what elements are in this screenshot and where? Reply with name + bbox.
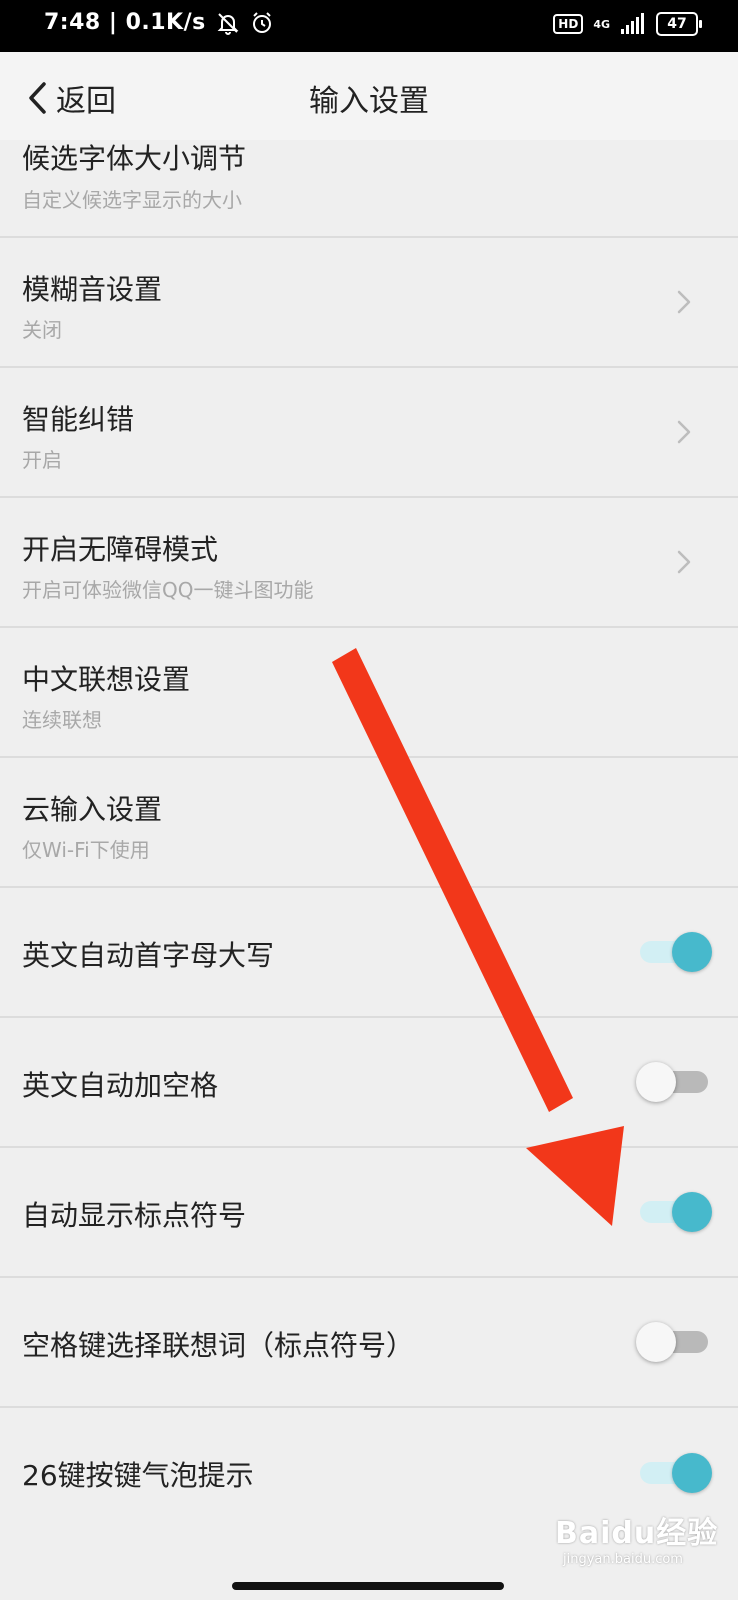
setting-candidate-font-size[interactable]: 候选字体大小调节 自定义候选字显示的大小 [0,140,738,238]
setting-subtitle: 开启可体验微信QQ一键斗图功能 [22,578,314,602]
status-right: HD 4G 47 [553,12,702,36]
status-left: 7:48 | 0.1K/s [44,10,274,35]
status-time-speed: 7:48 | 0.1K/s [44,10,206,35]
toggle-row-auto-punctuation: 自动显示标点符号 [0,1148,738,1278]
setting-subtitle: 自定义候选字显示的大小 [22,188,242,212]
toggle-title: 26键按键气泡提示 [22,1459,254,1492]
baidu-watermark: Baidu经验 jingyan.baidu.com [555,1508,718,1567]
network-type: 4G [593,17,610,31]
chevron-right-icon [677,550,691,574]
setting-title: 候选字体大小调节 [22,142,247,175]
auto-punctuation-switch[interactable] [636,1192,712,1232]
setting-title: 云输入设置 [22,793,163,826]
setting-fuzzy-pinyin[interactable]: 模糊音设置 关闭 [0,238,738,368]
page-title: 输入设置 [309,84,429,119]
setting-smart-correction[interactable]: 智能纠错 开启 [0,368,738,498]
chevron-right-icon [677,290,691,314]
toggle-title: 自动显示标点符号 [22,1199,247,1232]
toggle-row-auto-space: 英文自动加空格 [0,1018,738,1148]
watermark-brand: Baidu经验 [555,1516,719,1551]
setting-title: 开启无障碍模式 [22,533,219,566]
settings-list: 候选字体大小调节 自定义候选字显示的大小 模糊音设置 关闭 智能纠错 开启 开启… [0,140,738,1538]
setting-title: 模糊音设置 [22,273,163,306]
toggle-row-space-select-association: 空格键选择联想词（标点符号） [0,1278,738,1408]
muted-bell-icon [217,12,239,35]
toggle-title: 英文自动首字母大写 [22,939,275,972]
setting-cloud-input[interactable]: 云输入设置 仅Wi-Fi下使用 [0,758,738,888]
toggle-row-auto-capitalize: 英文自动首字母大写 [0,888,738,1018]
auto-capitalize-switch[interactable] [636,932,712,972]
setting-accessibility-mode[interactable]: 开启无障碍模式 开启可体验微信QQ一键斗图功能 [0,498,738,628]
setting-title: 中文联想设置 [22,663,191,696]
toggle-title: 英文自动加空格 [22,1069,219,1102]
auto-space-switch[interactable] [636,1062,712,1102]
alarm-clock-icon [252,11,271,33]
home-indicator[interactable] [232,1582,504,1590]
setting-subtitle: 开启 [22,448,62,472]
setting-subtitle: 仅Wi-Fi下使用 [22,838,150,862]
key-bubble-switch[interactable] [636,1453,712,1493]
toggle-title: 空格键选择联想词（标点符号） [22,1329,415,1362]
setting-title: 智能纠错 [22,403,135,436]
setting-subtitle: 连续联想 [22,708,102,732]
chevron-right-icon [677,420,691,444]
setting-chinese-association[interactable]: 中文联想设置 连续联想 [0,628,738,758]
status-bar: 7:48 | 0.1K/s HD 4G 47 [0,0,738,52]
signal-icon [621,13,644,34]
space-select-association-switch[interactable] [636,1322,712,1362]
watermark-url: jingyan.baidu.com [563,1552,683,1567]
hd-badge: HD [553,14,584,34]
battery-indicator: 47 [656,12,702,36]
setting-subtitle: 关闭 [22,318,62,342]
nav-header: 返回 输入设置 [0,52,738,140]
